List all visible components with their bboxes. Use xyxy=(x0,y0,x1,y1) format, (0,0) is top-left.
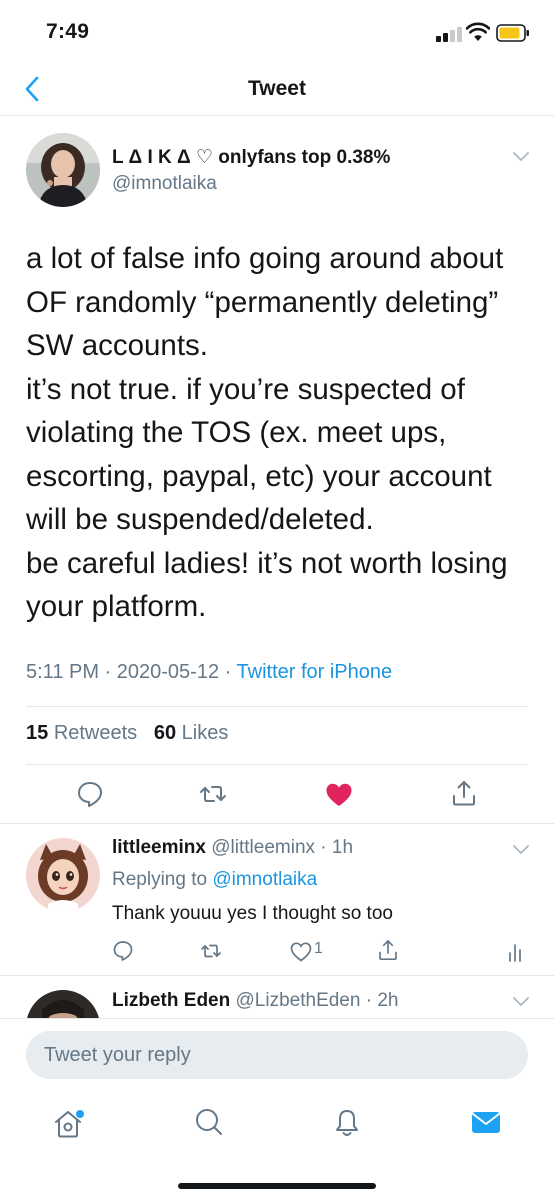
reply-input[interactable]: Tweet your reply xyxy=(26,1031,528,1079)
reply-actions xyxy=(0,939,554,965)
tweet-actions xyxy=(0,780,554,810)
likes-stat[interactable]: 60 Likes xyxy=(154,722,229,744)
tweet-text-line: a lot of false info going around about xyxy=(26,242,504,275)
share-icon[interactable] xyxy=(377,939,399,961)
wifi-icon xyxy=(466,22,490,41)
tweet-text-line: your platform. xyxy=(26,590,207,623)
replying-to-label: Replying to xyxy=(112,869,208,890)
replying-to-handle[interactable]: @imnotlaika xyxy=(212,869,317,890)
reply-avatar[interactable] xyxy=(26,838,100,912)
analytics-icon[interactable] xyxy=(505,941,527,963)
reply-author-handle[interactable]: @LizbethEden xyxy=(236,990,361,1011)
divider xyxy=(0,975,554,976)
reply-age: 1h xyxy=(331,837,354,858)
retweet-icon[interactable] xyxy=(199,780,227,808)
tweet-text-line: it’s not true. if you’re suspected of xyxy=(26,372,465,406)
tweet-text-line: escorting, paypal, etc) your account xyxy=(26,459,492,493)
reply-age: 2h xyxy=(377,990,399,1011)
retweets-label: Retweets xyxy=(53,722,138,744)
retweets-count: 15 xyxy=(26,722,49,744)
notifications-icon[interactable] xyxy=(331,1106,363,1138)
tweet-text-line: will be suspended/deleted. xyxy=(26,503,374,536)
messages-icon[interactable] xyxy=(470,1106,502,1138)
retweet-icon[interactable] xyxy=(200,940,222,962)
divider xyxy=(26,764,528,765)
divider xyxy=(0,823,554,824)
tweet-text-line: SW accounts. xyxy=(26,329,208,362)
reply-author-name[interactable]: Lizbeth Eden xyxy=(112,990,230,1011)
reply-icon[interactable] xyxy=(76,780,104,808)
nav-bar: Tweet xyxy=(0,64,554,116)
chevron-down-icon[interactable] xyxy=(513,997,529,1007)
like-heart-icon[interactable] xyxy=(325,781,353,809)
tweet-stats: 15 Retweets 60 Likes xyxy=(26,722,228,745)
cellular-signal-icon xyxy=(436,26,462,42)
tweet-time: 5:11 PM xyxy=(26,661,99,683)
chevron-down-icon[interactable] xyxy=(513,845,529,855)
reply-author-name[interactable]: littleeminx xyxy=(112,837,206,858)
like-heart-icon[interactable] xyxy=(290,941,312,963)
tweet-source-link[interactable]: Twitter for iPhone xyxy=(237,661,393,683)
likes-count: 60 xyxy=(153,722,177,744)
reply-header: Lizbeth Eden @LizbethEden · 2h xyxy=(112,990,399,1011)
likes-label: Likes xyxy=(181,722,229,744)
search-icon[interactable] xyxy=(193,1106,225,1138)
share-icon[interactable] xyxy=(450,779,478,807)
replying-to: Replying to @imnotlaika xyxy=(112,869,317,891)
reply-author-handle[interactable]: @littleeminx xyxy=(211,837,315,858)
status-bar: 7:49 xyxy=(0,0,554,64)
home-indicator xyxy=(178,1183,376,1189)
chevron-down-icon[interactable] xyxy=(513,152,529,162)
battery-icon xyxy=(496,24,529,42)
page-title: Tweet xyxy=(248,77,306,100)
retweets-stat[interactable]: 15 Retweets xyxy=(26,722,137,744)
compose-bar: Tweet your reply xyxy=(0,1018,554,1098)
reply-text: Thank youuu yes I thought so too xyxy=(112,903,393,924)
author-avatar[interactable] xyxy=(26,133,100,207)
reply-like-count: 1 xyxy=(314,940,323,957)
status-time: 7:49 xyxy=(46,20,90,43)
tweet-text-line: violating the TOS (ex. meet ups, xyxy=(26,416,447,449)
tweet-timestamp: 5:11 PM · 2020-05-12 · Twitter for iPhon… xyxy=(26,661,393,683)
author-handle[interactable]: @imnotlaika xyxy=(112,173,217,195)
author-name[interactable]: L Δ I K Δ ♡ onlyfans top 0.38% xyxy=(112,146,390,169)
tweet-text: a lot of false info going around about O… xyxy=(26,237,532,629)
tweet-text-line: be careful ladies! it’s not worth losing xyxy=(26,546,508,580)
home-icon[interactable] xyxy=(52,1108,84,1140)
reply-header: littleeminx @littleeminx · 1h xyxy=(112,837,354,858)
divider xyxy=(26,706,528,707)
tweet-date: 2020-05-12 xyxy=(116,661,220,683)
tweet-text-line: OF randomly “permanently deleting” xyxy=(26,285,499,319)
reply-icon[interactable] xyxy=(112,940,134,962)
reply-avatar[interactable] xyxy=(26,990,100,1020)
